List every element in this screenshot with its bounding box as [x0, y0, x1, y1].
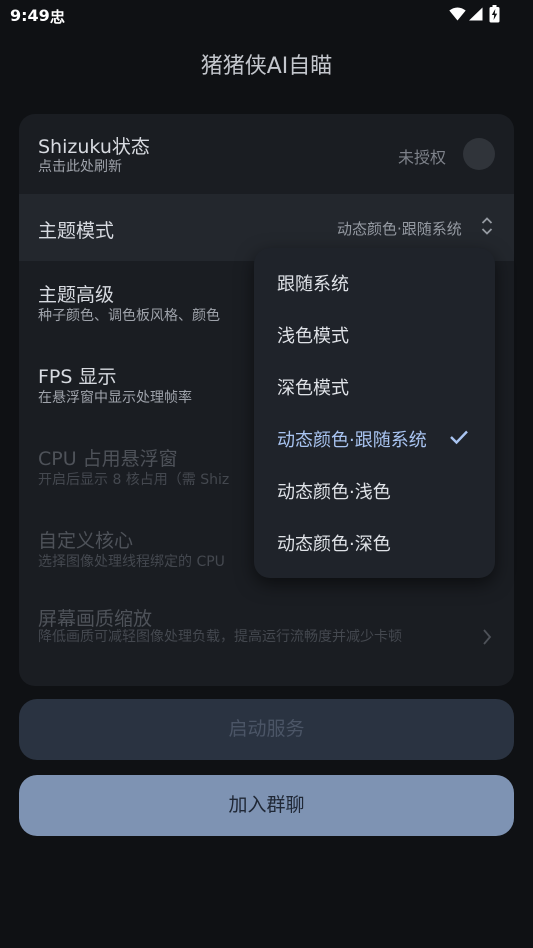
shizuku-status-indicator[interactable]	[463, 138, 495, 170]
status-time: 9:49	[10, 6, 50, 25]
screen-scale-row[interactable]: 屏幕画质缩放 降低画质可减轻图像处理负载，提高运行流畅度并减少卡顿	[19, 603, 514, 673]
unfold-icon	[481, 217, 493, 235]
signal-icon	[469, 7, 483, 21]
menu-item-label: 深色模式	[277, 378, 349, 399]
start-service-button[interactable]: 启动服务	[19, 699, 514, 760]
theme-advanced-subtitle: 种子颜色、调色板风格、颜色	[38, 308, 220, 324]
status-bar: 9:49 忠	[0, 0, 533, 30]
menu-item-label: 动态颜色·跟随系统	[277, 430, 427, 451]
shizuku-status-row[interactable]: Shizuku状态 点击此处刷新 未授权	[19, 114, 514, 194]
menu-item-label: 动态颜色·浅色	[277, 482, 391, 503]
fps-title: FPS 显示	[38, 366, 117, 388]
menu-item-follow-system[interactable]: 跟随系统	[254, 256, 495, 308]
menu-item-label: 跟随系统	[277, 274, 349, 295]
app-title: 猪猪侠AI自瞄	[200, 54, 333, 79]
menu-item-light[interactable]: 浅色模式	[254, 308, 495, 360]
fps-subtitle: 在悬浮窗中显示处理帧率	[38, 390, 192, 406]
theme-mode-title: 主题模式	[38, 220, 115, 242]
menu-item-label: 浅色模式	[277, 326, 349, 347]
scale-title: 屏幕画质缩放	[38, 608, 153, 630]
notification-icon: 忠	[50, 8, 66, 26]
cpu-title: CPU 占用悬浮窗	[38, 448, 178, 470]
core-title: 自定义核心	[38, 530, 134, 552]
menu-item-dynamic-follow-system[interactable]: 动态颜色·跟随系统	[254, 412, 495, 464]
check-icon	[450, 430, 468, 445]
menu-item-dark[interactable]: 深色模式	[254, 360, 495, 412]
menu-item-label: 动态颜色·深色	[277, 534, 391, 555]
theme-mode-menu: 跟随系统 浅色模式 深色模式 动态颜色·跟随系统 动态颜色·浅色 动态颜色·深色	[254, 248, 495, 578]
theme-mode-value: 动态颜色·跟随系统	[337, 220, 462, 238]
core-subtitle: 选择图像处理线程绑定的 CPU	[38, 554, 225, 570]
shizuku-status-text: 未授权	[398, 148, 447, 167]
theme-advanced-title: 主题高级	[38, 284, 115, 306]
menu-item-dynamic-dark[interactable]: 动态颜色·深色	[254, 516, 495, 568]
cpu-subtitle: 开启后显示 8 核占用（需 Shiz	[38, 472, 230, 488]
battery-charging-icon	[489, 5, 500, 23]
chevron-right-icon	[483, 629, 492, 645]
shizuku-subtitle: 点击此处刷新	[38, 159, 122, 175]
join-group-button[interactable]: 加入群聊	[19, 775, 514, 836]
menu-item-dynamic-light[interactable]: 动态颜色·浅色	[254, 464, 495, 516]
wifi-icon	[449, 7, 466, 21]
shizuku-title: Shizuku状态	[38, 136, 150, 158]
scale-subtitle: 降低画质可减轻图像处理负载，提高运行流畅度并减少卡顿	[38, 629, 402, 645]
